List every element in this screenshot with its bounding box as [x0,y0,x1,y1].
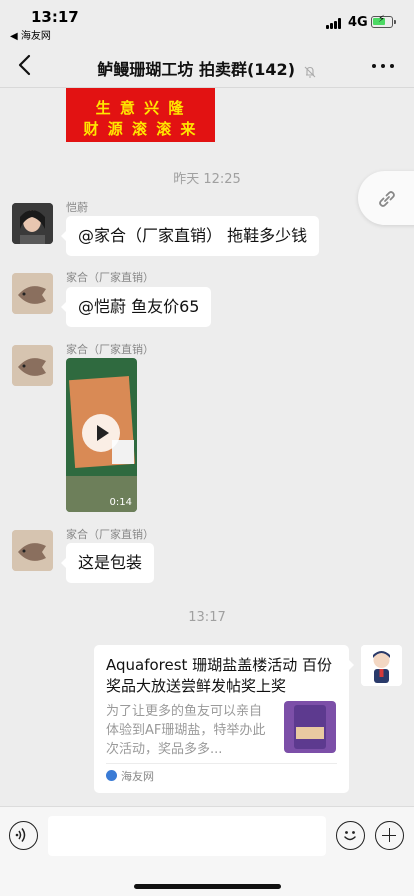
chat-title-wrap: 鲈鳗珊瑚工坊 拍卖群(142) [0,56,414,80]
divider [106,763,337,764]
input-bar [0,806,414,896]
sender-name: 家合（厂家直销） [66,528,154,541]
link-card-thumbnail [284,701,336,753]
emoji-icon[interactable] [336,821,365,850]
avatar[interactable] [361,645,402,686]
chat-title: 鲈鳗珊瑚工坊 拍卖群(142) [97,60,296,79]
sender-name: 家合（厂家直销） [66,271,154,284]
status-time: 13:17 [31,8,79,26]
network-type: 4G [348,15,368,30]
nav-bar: 鲈鳗珊瑚工坊 拍卖群(142) [0,44,414,88]
message-bubble[interactable]: @恺蔚 鱼友价65 [60,287,212,327]
back-to-app-link[interactable]: ◀ 海友网 [10,27,51,42]
avatar[interactable] [12,345,53,386]
battery-charging-icon: ⚡ [371,14,396,28]
avatar[interactable] [12,530,53,571]
avatar[interactable] [12,203,53,244]
sender-name: 恺蔚 [66,201,88,214]
link-card-title: Aquaforest 珊瑚盐盖楼活动 百份奖品大放送尝鲜发帖奖上奖 [106,656,332,695]
video-duration: 0:14 [109,497,132,508]
mute-icon [303,64,317,78]
message-bubble[interactable]: @家合（厂家直销） 拖鞋多少钱 [60,216,320,256]
promo-line-1: 生 意 兴 隆 [95,99,186,117]
more-icon[interactable] [372,64,394,70]
status-bar: 13:17 ◀ 海友网 4G ⚡ [0,0,414,44]
link-card-source-name: 海友网 [121,770,154,783]
link-icon[interactable] [358,171,414,225]
plus-icon[interactable] [375,821,404,850]
voice-icon[interactable] [9,821,38,850]
promo-line-2: 财 源 滚 滚 来 [83,120,198,138]
play-icon[interactable] [82,414,120,452]
sender-name: 家合（厂家直销） [66,343,154,356]
source-icon [106,770,117,781]
timestamp: 昨天 12:25 [173,172,241,187]
message-input[interactable] [48,816,326,856]
video-message[interactable]: 0:14 [66,358,137,512]
home-indicator[interactable] [134,884,281,889]
timestamp: 13:17 [188,610,226,625]
avatar[interactable] [12,273,53,314]
chat-area[interactable]: 生 意 兴 隆 财 源 滚 滚 来 昨天 12:25 恺蔚 @家合（厂家直销） … [0,88,414,806]
signal-icon [326,17,344,29]
message-bubble[interactable]: 这是包装 [60,543,155,583]
link-card-source: 海友网 [106,768,154,784]
link-card-description: 为了让更多的鱼友可以亲自体验到AF珊瑚盐，特举办此次活动，奖品多多... [106,704,266,757]
promo-image[interactable]: 生 意 兴 隆 财 源 滚 滚 来 [66,88,215,142]
link-card[interactable]: Aquaforest 珊瑚盐盖楼活动 百份奖品大放送尝鲜发帖奖上奖 为了让更多的… [94,645,354,793]
